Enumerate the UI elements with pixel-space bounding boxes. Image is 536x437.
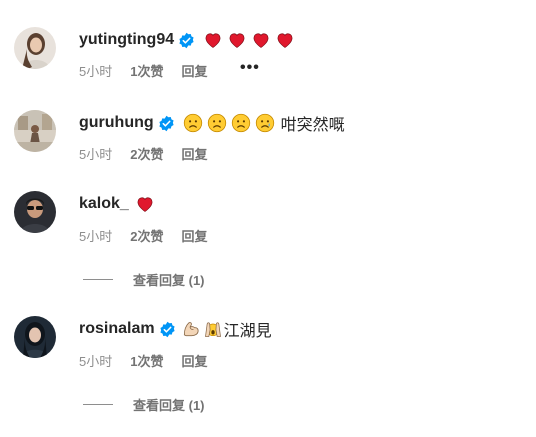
likes-count[interactable]: 2次赞 xyxy=(130,144,163,163)
comment-header: yutingting94 xyxy=(79,28,299,52)
red-heart-icon xyxy=(135,194,155,214)
comment-meta: 5小时 1次赞 回复 xyxy=(79,61,207,79)
verified-badge-icon xyxy=(178,32,195,49)
divider-line xyxy=(83,278,113,280)
red-heart-icon xyxy=(203,30,223,50)
red-heart-icon xyxy=(251,30,271,50)
sad-face-icon xyxy=(207,113,227,133)
username[interactable]: kalok_ xyxy=(79,195,129,213)
more-options-icon[interactable]: ••• xyxy=(240,59,260,77)
comment-text-content: 江湖見 xyxy=(223,323,272,340)
comment-text xyxy=(135,194,159,214)
comment-header: guruhung 咁突然嘅 xyxy=(79,111,345,135)
comment-time: 5小时 xyxy=(79,228,113,244)
comment-time: 5小时 xyxy=(79,63,113,79)
username[interactable]: rosinalam xyxy=(79,320,155,338)
comment-meta: 5小时 1次赞 回复 xyxy=(79,351,207,369)
username[interactable]: yutingting94 xyxy=(79,31,174,49)
flexed-biceps-icon xyxy=(181,319,201,339)
reply-button[interactable]: 回复 xyxy=(181,351,207,370)
avatar[interactable] xyxy=(14,27,56,69)
view-replies-button[interactable]: 查看回复 (1) xyxy=(83,270,205,288)
username[interactable]: guruhung xyxy=(79,114,154,132)
view-replies-button[interactable]: 查看回复 (1) xyxy=(83,395,205,413)
comment-header: rosinalam 江湖見 xyxy=(79,317,272,341)
sad-face-icon xyxy=(183,113,203,133)
red-heart-icon xyxy=(227,30,247,50)
comment-header: kalok_ xyxy=(79,192,159,216)
verified-badge-icon xyxy=(159,321,176,338)
divider-line xyxy=(83,403,113,405)
comment-text: 江湖見 xyxy=(181,317,272,341)
likes-count[interactable]: 1次赞 xyxy=(130,351,163,370)
avatar[interactable] xyxy=(14,316,56,358)
avatar[interactable] xyxy=(14,110,56,152)
avatar[interactable] xyxy=(14,191,56,233)
sad-face-icon xyxy=(231,113,251,133)
comment-text xyxy=(203,30,299,50)
reply-button[interactable]: 回复 xyxy=(181,226,207,245)
comment-meta: 5小时 2次赞 回复 xyxy=(79,226,207,244)
red-heart-icon xyxy=(275,30,295,50)
reply-button[interactable]: 回复 xyxy=(181,61,207,80)
view-replies-label: 查看回复 (1) xyxy=(133,272,205,288)
crying-face-icon xyxy=(255,113,275,133)
comment-time: 5小时 xyxy=(79,146,113,162)
comment-time: 5小时 xyxy=(79,353,113,369)
likes-count[interactable]: 1次赞 xyxy=(130,61,163,80)
reply-button[interactable]: 回复 xyxy=(181,144,207,163)
comment-text-content: 咁突然嘅 xyxy=(280,117,345,134)
view-replies-label: 查看回复 (1) xyxy=(133,397,205,413)
verified-badge-icon xyxy=(158,115,175,132)
hands-raised-icon xyxy=(203,319,223,339)
likes-count[interactable]: 2次赞 xyxy=(130,226,163,245)
comment-meta: 5小时 2次赞 回复 xyxy=(79,144,207,162)
comment-text: 咁突然嘅 xyxy=(183,111,345,135)
